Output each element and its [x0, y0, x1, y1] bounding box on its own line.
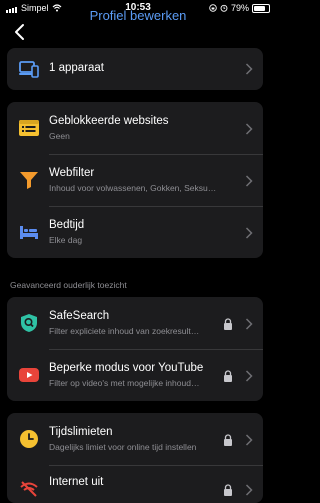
chevron-right-icon — [245, 175, 253, 187]
row-subtitle: Elke dag — [49, 235, 83, 245]
devices-row[interactable]: 1 apparaat — [7, 48, 263, 90]
page-title: Profiel bewerken — [89, 8, 187, 23]
bedtime-row[interactable]: Bedtijd Elke dag — [7, 206, 263, 258]
bed-icon — [20, 226, 38, 239]
devices-card: 1 apparaat — [7, 48, 263, 90]
time-card: Tijdslimieten Dagelijks limiet voor onli… — [7, 413, 263, 503]
youtube-restricted-row[interactable]: Beperke modus voor YouTube Filter op vid… — [7, 349, 263, 401]
lock-icon — [224, 318, 232, 330]
row-subtitle: Filter expliciete inhoud van zoekresult… — [49, 326, 200, 336]
chevron-right-icon — [245, 63, 253, 75]
devices-icon — [19, 61, 39, 78]
lock-icon — [224, 370, 232, 382]
chevron-right-icon — [245, 370, 253, 382]
back-chevron-icon[interactable] — [10, 22, 30, 42]
funnel-icon — [20, 172, 38, 189]
clock-icon — [20, 430, 38, 448]
row-title: Geblokkeerde websites — [49, 115, 169, 127]
row-title: Beperke modus voor YouTube — [49, 362, 204, 374]
chevron-right-icon — [245, 318, 253, 330]
row-title: Bedtijd — [49, 219, 85, 231]
row-title: Internet uit — [49, 476, 104, 488]
browser-list-icon — [19, 120, 39, 136]
advanced-card: SafeSearch Filter expliciete inhoud van … — [7, 297, 263, 401]
row-title: SafeSearch — [49, 310, 110, 322]
safesearch-shield-icon — [21, 314, 37, 332]
section-label-advanced: Geavanceerd ouderlijk toezicht — [10, 280, 127, 290]
wifi-off-icon — [20, 481, 38, 497]
chevron-right-icon — [245, 227, 253, 239]
row-title: Tijdslimieten — [49, 426, 113, 438]
filters-card: Geblokkeerde websites Geen Webfilter Inh… — [7, 102, 263, 258]
lock-icon — [224, 434, 232, 446]
row-title: Webfilter — [49, 167, 95, 179]
youtube-icon — [19, 368, 39, 382]
internet-off-row[interactable]: Internet uit — [7, 465, 263, 503]
chevron-right-icon — [245, 123, 253, 135]
chevron-right-icon — [245, 434, 253, 446]
webfilter-row[interactable]: Webfilter Inhoud voor volwassenen, Gokke… — [7, 154, 263, 206]
row-subtitle: Geen — [49, 131, 70, 141]
blocked-websites-row[interactable]: Geblokkeerde websites Geen — [7, 102, 263, 154]
row-subtitle: Inhoud voor volwassenen, Gokken, Seksu… — [49, 183, 217, 193]
safesearch-row[interactable]: SafeSearch Filter expliciete inhoud van … — [7, 297, 263, 349]
row-subtitle: Filter op video's met mogelijke inhoud… — [49, 378, 200, 388]
devices-label: 1 apparaat — [49, 62, 104, 74]
chevron-right-icon — [245, 484, 253, 496]
lock-icon — [224, 484, 232, 496]
time-limits-row[interactable]: Tijdslimieten Dagelijks limiet voor onli… — [7, 413, 263, 465]
row-subtitle: Dagelijks limiet voor online tijd instel… — [49, 442, 197, 452]
